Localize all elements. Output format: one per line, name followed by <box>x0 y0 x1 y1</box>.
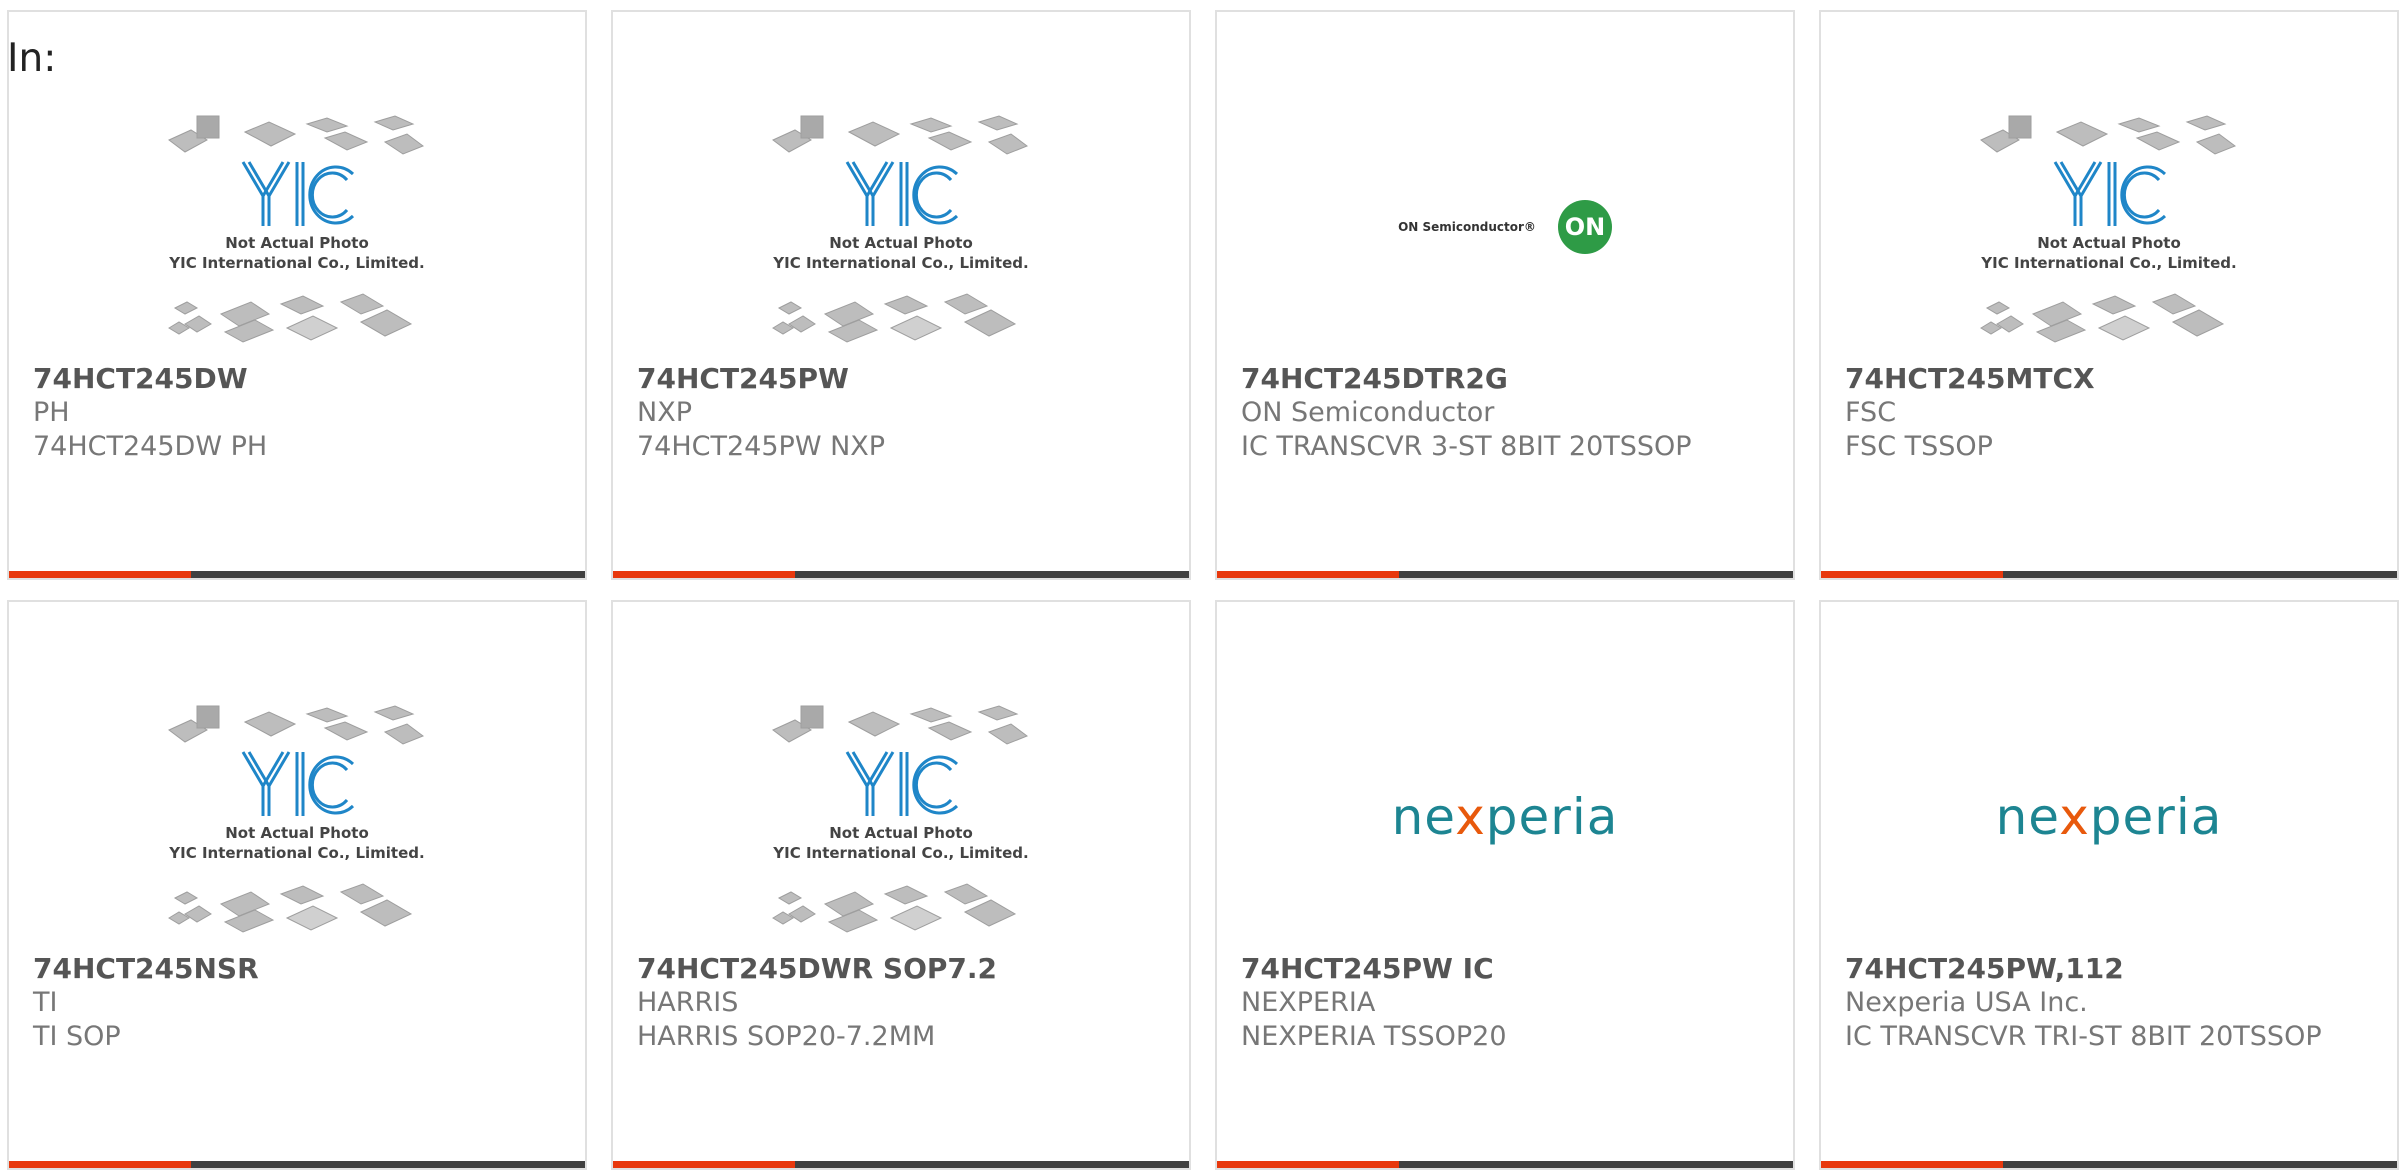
card-bottom-bar <box>1217 571 1793 578</box>
svg-text:YIC International Co., Limited: YIC International Co., Limited. <box>168 254 424 272</box>
on-semiconductor-logo: ON Semiconductor® ON <box>1398 200 1612 254</box>
svg-text:Not Actual Photo: Not Actual Photo <box>225 824 369 842</box>
product-image[interactable]: nexperia <box>1821 682 2397 952</box>
card-bottom-bar <box>613 571 1189 578</box>
part-number-link[interactable]: 74HCT245MTCX <box>1845 362 2377 396</box>
card-accent-bar <box>1821 1161 2003 1168</box>
product-image[interactable]: Not Actual Photo YIC International Co., … <box>613 682 1189 952</box>
product-card[interactable]: Not Actual Photo YIC International Co., … <box>7 10 587 580</box>
card-bottom-bar <box>1217 1161 1793 1168</box>
card-bottom-bar <box>9 571 585 578</box>
nexperia-logo: nexperia <box>1391 788 1619 846</box>
product-card[interactable]: Not Actual Photo YIC International Co., … <box>611 10 1191 580</box>
card-accent-bar <box>613 1161 795 1168</box>
product-card[interactable]: Not Actual Photo YIC International Co., … <box>611 600 1191 1170</box>
svg-text:YIC International Co., Limited: YIC International Co., Limited. <box>1980 254 2236 272</box>
part-number-link[interactable]: 74HCT245PW <box>637 362 1169 396</box>
card-accent-bar <box>9 571 191 578</box>
description: TI SOP <box>33 1021 121 1052</box>
card-accent-bar <box>613 571 795 578</box>
card-bottom-bar <box>1821 1161 2397 1168</box>
svg-text:Not Actual Photo: Not Actual Photo <box>829 824 973 842</box>
card-accent-bar <box>1217 1161 1399 1168</box>
part-number-link[interactable]: 74HCT245DWR SOP7.2 <box>637 952 1169 986</box>
yic-placeholder-icon: Not Actual Photo YIC International Co., … <box>168 705 425 933</box>
card-bottom-bar <box>9 1161 585 1168</box>
description: IC TRANSCVR TRI-ST 8BIT 20TSSOP <box>1845 1021 2322 1052</box>
svg-text:Not Actual Photo: Not Actual Photo <box>829 234 973 252</box>
product-card[interactable]: Not Actual Photo YIC International Co., … <box>1819 10 2399 580</box>
yic-placeholder-icon: Not Actual Photo YIC International Co., … <box>772 115 1029 343</box>
product-image[interactable]: ON Semiconductor® ON <box>1217 92 1793 362</box>
description: HARRIS SOP20-7.2MM <box>637 1021 936 1052</box>
product-image[interactable]: Not Actual Photo YIC International Co., … <box>613 92 1189 362</box>
manufacturer: NXP <box>637 397 692 428</box>
product-image[interactable]: Not Actual Photo YIC International Co., … <box>1821 92 2397 362</box>
manufacturer: TI <box>33 987 58 1018</box>
yic-placeholder-icon: Not Actual Photo YIC International Co., … <box>168 115 425 343</box>
product-card[interactable]: ON Semiconductor® ON 74HCT245DTR2G ON Sem… <box>1215 10 1795 580</box>
part-number-link[interactable]: 74HCT245DW <box>33 362 565 396</box>
svg-text:YIC International Co., Limited: YIC International Co., Limited. <box>168 844 424 862</box>
description: IC TRANSCVR 3-ST 8BIT 20TSSOP <box>1241 431 1692 462</box>
product-card[interactable]: nexperia 74HCT245PW,112 Nexperia USA Inc.… <box>1819 600 2399 1170</box>
part-number-link[interactable]: 74HCT245PW,112 <box>1845 952 2377 986</box>
part-number-link[interactable]: 74HCT245PW IC <box>1241 952 1773 986</box>
product-image[interactable]: Not Actual Photo YIC International Co., … <box>9 682 585 952</box>
manufacturer: HARRIS <box>637 987 739 1018</box>
yic-placeholder-icon: Not Actual Photo YIC International Co., … <box>772 705 1029 933</box>
manufacturer: Nexperia USA Inc. <box>1845 987 2088 1018</box>
svg-text:Not Actual Photo: Not Actual Photo <box>2037 234 2181 252</box>
description: 74HCT245PW NXP <box>637 431 886 462</box>
part-number-link[interactable]: 74HCT245NSR <box>33 952 565 986</box>
product-card[interactable]: nexperia 74HCT245PW IC NEXPERIA NEXPERIA T… <box>1215 600 1795 1170</box>
card-bottom-bar <box>1821 571 2397 578</box>
svg-text:YIC International Co., Limited: YIC International Co., Limited. <box>772 844 1028 862</box>
product-card[interactable]: Not Actual Photo YIC International Co., … <box>7 600 587 1170</box>
filter-label: In: <box>7 36 57 81</box>
description: FSC TSSOP <box>1845 431 1993 462</box>
description: NEXPERIA TSSOP20 <box>1241 1021 1507 1052</box>
description: 74HCT245DW PH <box>33 431 268 462</box>
product-image[interactable]: Not Actual Photo YIC International Co., … <box>9 92 585 362</box>
product-image[interactable]: nexperia <box>1217 682 1793 952</box>
nexperia-logo: nexperia <box>1995 788 2223 846</box>
manufacturer: PH <box>33 397 70 428</box>
card-bottom-bar <box>613 1161 1189 1168</box>
part-number-link[interactable]: 74HCT245DTR2G <box>1241 362 1773 396</box>
manufacturer: FSC <box>1845 397 1897 428</box>
manufacturer: ON Semiconductor <box>1241 397 1495 428</box>
yic-placeholder-icon: Not Actual Photo YIC International Co., … <box>1980 115 2237 343</box>
svg-text:Not Actual Photo: Not Actual Photo <box>225 234 369 252</box>
on-badge-icon: ON <box>1557 200 1612 254</box>
card-accent-bar <box>1821 571 2003 578</box>
svg-text:YIC International Co., Limited: YIC International Co., Limited. <box>772 254 1028 272</box>
manufacturer: NEXPERIA <box>1241 987 1376 1018</box>
card-accent-bar <box>1217 571 1399 578</box>
card-accent-bar <box>9 1161 191 1168</box>
